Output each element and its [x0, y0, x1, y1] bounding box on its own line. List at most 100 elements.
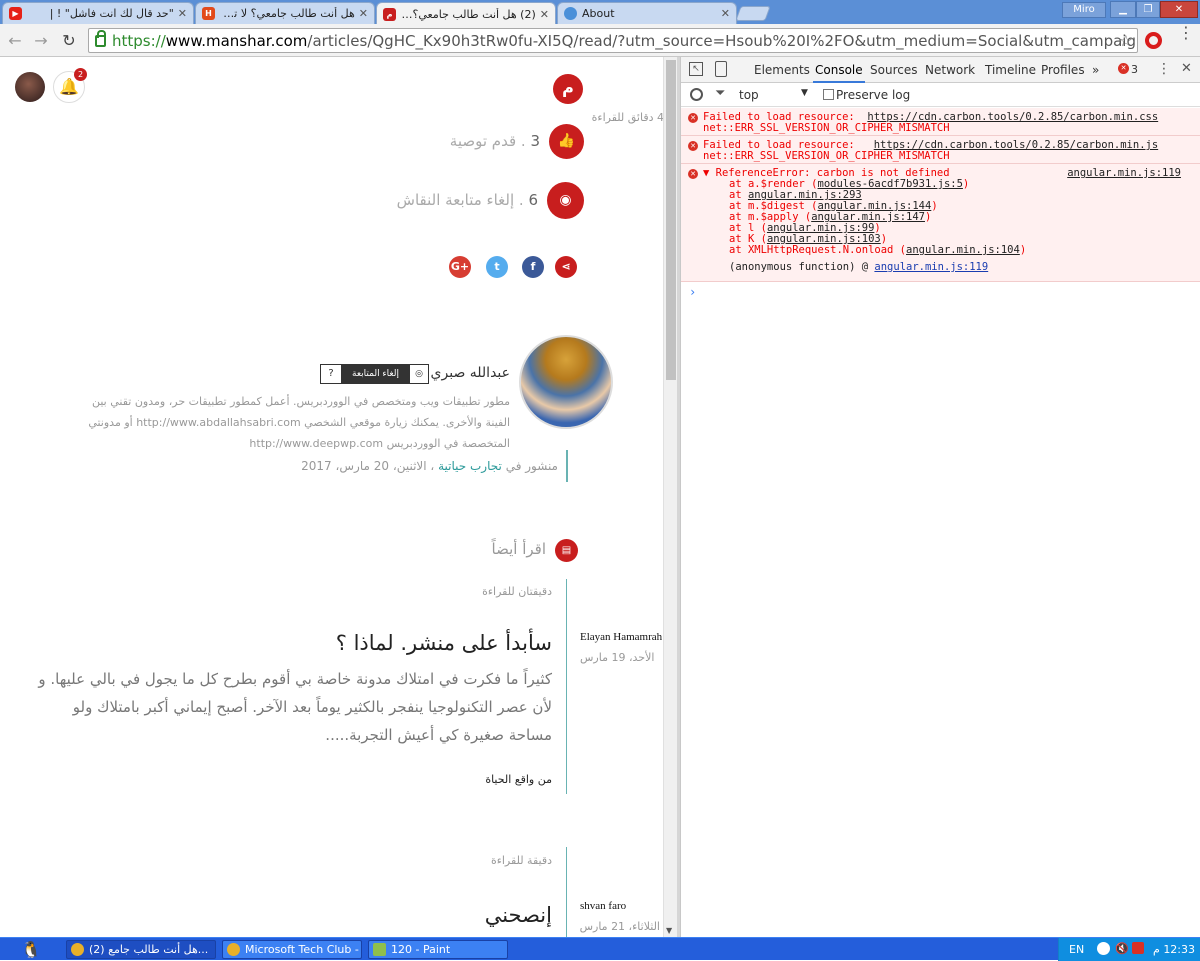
- close-tab-icon[interactable]: ✕: [721, 7, 730, 20]
- category-link[interactable]: تجارب حياتية: [438, 459, 502, 473]
- tab-youtube[interactable]: ▶ "حد قال لك انت فاشل" ! | ✕: [2, 2, 194, 24]
- close-tab-icon[interactable]: ✕: [359, 7, 368, 20]
- unfollow-count: 6: [528, 191, 538, 209]
- tab-about[interactable]: About ✕: [557, 2, 737, 24]
- twitter-icon[interactable]: t: [486, 256, 508, 278]
- clock: 12:33 م: [1153, 943, 1196, 956]
- console-error-message: ✕ Failed to load resource: https://cdn.c…: [681, 136, 1200, 164]
- published-info: منشور في تجارب حياتية ، الاثنين، 20 مارس…: [301, 459, 558, 473]
- unfollow-label: . إلغاء متابعة النقاش: [396, 191, 524, 209]
- tab-manshar[interactable]: م (2) هل أنت طالب جامعي؟ لا ت ✕: [376, 2, 556, 25]
- source-link[interactable]: angular.min.js:119: [1067, 168, 1181, 179]
- filter-icon[interactable]: ⏷: [715, 86, 725, 101]
- notification-count-badge: 2: [74, 68, 87, 81]
- task-microsoft-tech-club[interactable]: Microsoft Tech Club - ...: [222, 940, 362, 959]
- author-bio: مطور تطبيقات ويب ومتخصص في الووردبريس. أ…: [88, 395, 510, 450]
- stack-frame: at XMLHttpRequest.N.onload (angular.min.…: [729, 244, 1027, 256]
- thumbs-up-icon[interactable]: 👍: [549, 124, 584, 159]
- scrollbar-thumb[interactable]: [666, 60, 676, 380]
- related-title[interactable]: سأبدأ على منشر. لماذا ؟: [300, 631, 552, 655]
- clear-console-icon[interactable]: [690, 88, 703, 101]
- opera-icon[interactable]: [1145, 32, 1162, 49]
- tab-title: (2) هل أنت طالب جامعي؟ لا ت: [401, 7, 536, 21]
- devtools-menu-icon[interactable]: ⋮: [1157, 61, 1171, 77]
- profile-button[interactable]: Miro: [1062, 2, 1106, 18]
- recommend-button[interactable]: 3 . قدم توصية: [380, 132, 540, 150]
- close-tab-icon[interactable]: ✕: [540, 8, 549, 21]
- tab-network[interactable]: Network: [923, 57, 977, 83]
- manshar-icon: م: [383, 7, 396, 21]
- start-button[interactable]: 🐧: [2, 939, 60, 959]
- preserve-log-checkbox[interactable]: [823, 89, 834, 100]
- unfollow-author-button[interactable]: ? إلغاء المتابعة ◎: [320, 364, 429, 384]
- browser-tabstrip: ▶ "حد قال لك انت فاشل" ! | ✕ H هل أنت طا…: [0, 0, 1200, 25]
- author-name[interactable]: عبدالله صبري: [430, 365, 510, 381]
- network-icon[interactable]: [1097, 942, 1110, 955]
- language-indicator[interactable]: EN: [1069, 943, 1084, 956]
- close-tab-icon[interactable]: ✕: [178, 7, 187, 20]
- menu-icon[interactable]: ⋮: [1178, 25, 1194, 41]
- preserve-log-label: Preserve log: [836, 88, 911, 102]
- error-count: 3: [1131, 63, 1138, 76]
- tab-elements[interactable]: Elements: [752, 57, 812, 83]
- related-author[interactable]: shvan faro: [580, 900, 670, 912]
- tab-sources[interactable]: Sources: [868, 57, 919, 83]
- eye-slash-icon[interactable]: ◉: [547, 182, 584, 219]
- tab-timeline[interactable]: Timeline: [983, 57, 1038, 83]
- facebook-icon[interactable]: f: [522, 256, 544, 278]
- document-icon: ▤: [555, 539, 578, 562]
- device-mode-icon[interactable]: [715, 61, 727, 77]
- devtools-panel: ↖ Elements Console Sources Network Timel…: [680, 57, 1200, 937]
- related-date: الثلاثاء، 21 مارس: [579, 920, 660, 933]
- avatar[interactable]: [15, 72, 45, 102]
- tab-profiles[interactable]: Profiles: [1039, 57, 1087, 83]
- divider: [566, 450, 568, 482]
- task-paint[interactable]: 120 - Paint: [368, 940, 508, 959]
- tab-console[interactable]: Console: [813, 57, 865, 83]
- error-icon: ✕: [688, 141, 698, 151]
- more-tabs-icon[interactable]: »: [1090, 57, 1101, 83]
- forward-arrow-icon[interactable]: →: [30, 30, 52, 52]
- related-title[interactable]: إنصحني: [400, 903, 552, 927]
- share-icon[interactable]: ⋖: [555, 256, 577, 278]
- paint-icon: [373, 943, 386, 956]
- related-read-time: دقيقة للقراءة: [490, 854, 552, 867]
- error-icon[interactable]: ✕: [1118, 63, 1129, 74]
- scroll-down-icon[interactable]: ▼: [666, 926, 672, 935]
- tab-hsoub[interactable]: H هل أنت طالب جامعي؟ لا تقعد ✕: [195, 2, 375, 24]
- volume-icon[interactable]: 🔇: [1115, 942, 1129, 955]
- console-reference-error: ✕ ▼ ReferenceError: carbon is not define…: [681, 164, 1200, 282]
- unfollow-author-label: إلغاء المتابعة: [341, 365, 410, 383]
- tab-title: هل أنت طالب جامعي؟ لا تقعد: [220, 7, 355, 20]
- devtools-close-icon[interactable]: ✕: [1181, 61, 1192, 76]
- error-icon: ✕: [688, 113, 698, 123]
- restore-icon[interactable]: ❐: [1136, 1, 1160, 18]
- new-tab-button[interactable]: [735, 6, 771, 21]
- url-text[interactable]: https://www.manshar.com/articles/QgHC_Kx…: [112, 32, 1137, 50]
- minimize-icon[interactable]: ▁: [1110, 1, 1136, 18]
- google-plus-icon[interactable]: G+: [449, 256, 471, 278]
- address-bar[interactable]: https://www.manshar.com/articles/QgHC_Kx…: [88, 28, 1138, 53]
- task-chrome[interactable]: هل أنت طالب جامع (2)...: [66, 940, 216, 959]
- read-also-heading: اقرأ أيضاً: [491, 540, 546, 558]
- console-prompt[interactable]: ›: [689, 285, 696, 299]
- security-icon[interactable]: [1132, 942, 1144, 954]
- tab-title: "حد قال لك انت فاشل" ! |: [49, 7, 174, 20]
- related-excerpt: كثيراً ما فكرت في امتلاك مدونة خاصة بي أ…: [38, 670, 552, 744]
- back-arrow-icon[interactable]: ←: [4, 30, 26, 52]
- manshar-logo-icon[interactable]: م: [553, 74, 583, 104]
- inspect-element-icon[interactable]: ↖: [689, 62, 703, 76]
- related-author[interactable]: Elayan Hamamrah: [580, 631, 670, 643]
- context-select[interactable]: top: [739, 88, 759, 102]
- lock-icon: [95, 29, 106, 47]
- system-tray: EN 🔇 12:33 م: [1058, 938, 1200, 961]
- close-window-icon[interactable]: ✕: [1160, 1, 1198, 18]
- unfollow-discussion-button[interactable]: 6 . إلغاء متابعة النقاش: [340, 191, 538, 209]
- related-tag[interactable]: من واقع الحياة: [420, 773, 552, 786]
- page-scrollbar[interactable]: ▼: [663, 57, 677, 937]
- star-icon[interactable]: ☆: [1119, 31, 1133, 50]
- author-avatar[interactable]: [519, 335, 613, 429]
- reload-icon[interactable]: ↻: [58, 30, 80, 52]
- console-toolbar: ⏷ top ▼ Preserve log: [681, 83, 1200, 107]
- chevron-down-icon[interactable]: ▼: [801, 88, 808, 98]
